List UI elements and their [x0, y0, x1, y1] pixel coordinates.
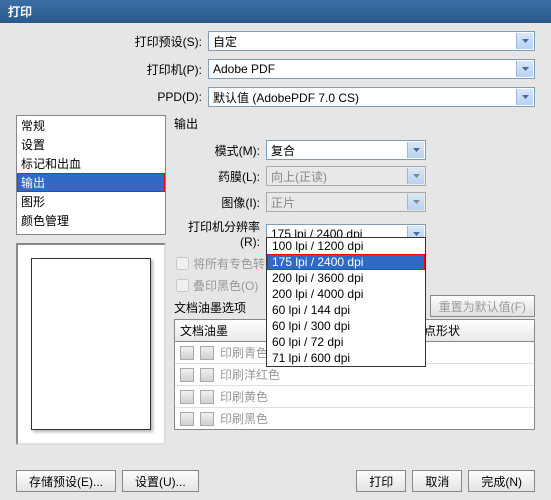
- convert-checkbox[interactable]: [176, 257, 189, 270]
- cat-graphics[interactable]: 图形: [17, 192, 165, 211]
- ink-row[interactable]: 印刷黑色: [175, 408, 534, 429]
- ink-name: 印刷洋红色: [220, 366, 280, 383]
- done-button[interactable]: 完成(N): [468, 470, 535, 492]
- swatch-icon: [200, 346, 214, 360]
- emulsion-value: 向上(正读): [271, 168, 327, 185]
- reset-button[interactable]: 重置为默认值(F): [430, 295, 535, 317]
- printer-value: Adobe PDF: [213, 62, 275, 76]
- emulsion-select[interactable]: 向上(正读): [266, 166, 426, 186]
- mode-select[interactable]: 复合: [266, 140, 426, 160]
- cat-advanced[interactable]: 高级: [17, 230, 165, 235]
- resolution-label: 打印机分辨率(R):: [174, 218, 260, 249]
- cat-general[interactable]: 常规: [17, 116, 165, 135]
- category-list[interactable]: 常规 设置 标记和出血 输出 图形 颜色管理 高级 小结: [16, 115, 166, 235]
- setup-button[interactable]: 设置(U)...: [122, 470, 199, 492]
- printer-select[interactable]: Adobe PDF: [208, 59, 535, 79]
- cancel-button[interactable]: 取消: [412, 470, 462, 492]
- cat-setup[interactable]: 设置: [17, 135, 165, 154]
- chevron-down-icon: [516, 33, 533, 49]
- printer-icon: [180, 346, 194, 360]
- image-label: 图像(I):: [174, 194, 260, 211]
- chevron-down-icon: [516, 89, 533, 105]
- convert-label: 将所有专色转换: [193, 255, 277, 272]
- overprint-checkbox[interactable]: [176, 279, 189, 292]
- ppd-value: 默认值 (AdobePDF 7.0 CS): [213, 89, 359, 106]
- footer: 存储预设(E)... 设置(U)... 打印 取消 完成(N): [16, 470, 535, 492]
- mode-value: 复合: [271, 142, 295, 159]
- print-button[interactable]: 打印: [356, 470, 406, 492]
- preset-select[interactable]: 自定: [208, 31, 535, 51]
- swatch-icon: [200, 390, 214, 404]
- swatch-icon: [200, 412, 214, 426]
- chevron-down-icon: [407, 194, 424, 210]
- printer-icon: [180, 390, 194, 404]
- dd-option[interactable]: 60 lpi / 144 dpi: [267, 302, 425, 318]
- image-value: 正片: [271, 194, 295, 211]
- ppd-label: PPD(D):: [16, 90, 202, 104]
- chevron-down-icon: [407, 168, 424, 184]
- preset-value: 自定: [213, 33, 237, 50]
- dd-option[interactable]: 60 lpi / 72 dpi: [267, 334, 425, 350]
- title-bar: 打印: [0, 0, 551, 23]
- chevron-down-icon: [407, 142, 424, 158]
- cat-color[interactable]: 颜色管理: [17, 211, 165, 230]
- overprint-label: 叠印黑色(O): [193, 277, 258, 294]
- dd-option[interactable]: 100 lpi / 1200 dpi: [267, 238, 425, 254]
- dd-option[interactable]: 60 lpi / 300 dpi: [267, 318, 425, 334]
- dd-option[interactable]: 200 lpi / 3600 dpi: [267, 270, 425, 286]
- ink-name: 印刷黑色: [220, 410, 268, 427]
- cat-output[interactable]: 输出: [17, 173, 165, 192]
- dd-option[interactable]: 200 lpi / 4000 dpi: [267, 286, 425, 302]
- chevron-down-icon: [516, 61, 533, 77]
- save-preset-button[interactable]: 存储预设(E)...: [16, 470, 116, 492]
- cat-marks[interactable]: 标记和出血: [17, 154, 165, 173]
- preview-page: [31, 258, 151, 430]
- emulsion-label: 药膜(L):: [174, 168, 260, 185]
- preview-pane: [16, 243, 166, 445]
- ink-row[interactable]: 印刷洋红色: [175, 364, 534, 386]
- ink-col-dot[interactable]: 网点形状: [407, 320, 534, 341]
- dd-option[interactable]: 175 lpi / 2400 dpi: [267, 254, 425, 270]
- swatch-icon: [200, 368, 214, 382]
- ink-row[interactable]: 印刷黄色: [175, 386, 534, 408]
- printer-label: 打印机(P):: [16, 61, 202, 78]
- preset-label: 打印预设(S):: [16, 33, 202, 50]
- resolution-dropdown[interactable]: 100 lpi / 1200 dpi 175 lpi / 2400 dpi 20…: [266, 237, 426, 367]
- dd-option[interactable]: 71 lpi / 600 dpi: [267, 350, 425, 366]
- ink-name: 印刷青色: [220, 344, 268, 361]
- section-title: 输出: [174, 115, 535, 132]
- printer-icon: [180, 412, 194, 426]
- ink-name: 印刷黄色: [220, 388, 268, 405]
- image-select[interactable]: 正片: [266, 192, 426, 212]
- ppd-select[interactable]: 默认值 (AdobePDF 7.0 CS): [208, 87, 535, 107]
- printer-icon: [180, 368, 194, 382]
- mode-label: 模式(M):: [174, 142, 260, 159]
